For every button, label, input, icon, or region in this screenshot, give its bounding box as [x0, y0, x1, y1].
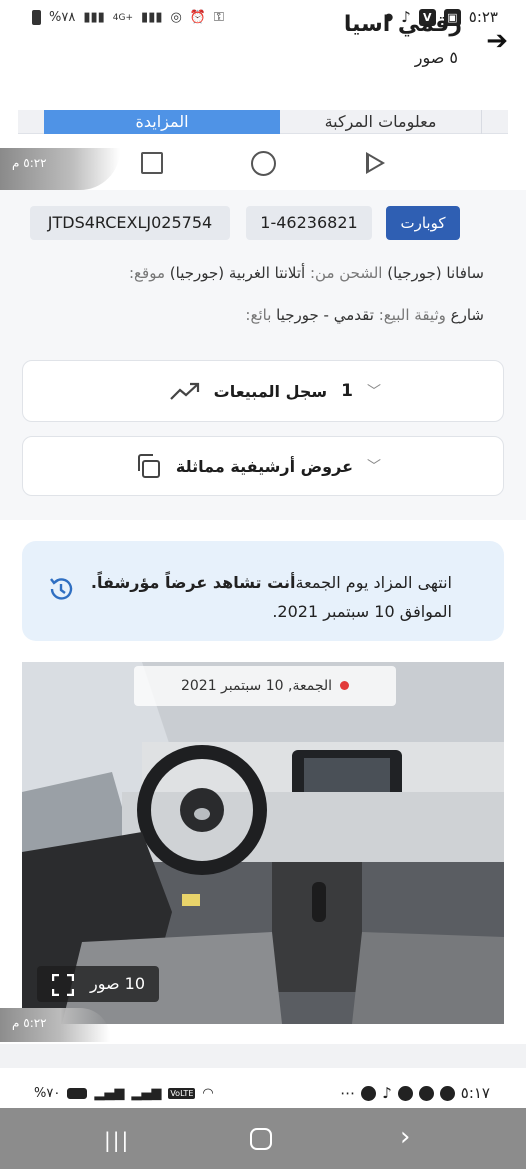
live-dot-icon [340, 681, 350, 690]
shipping-label: الشحن من: [309, 264, 383, 282]
archived-notice-text: انتهى المزاد يوم الجمعةأنت تشاهد عرضاً م… [72, 568, 452, 626]
copart-badge: كوبارت [386, 206, 460, 240]
tiktok-icon-2: ♪ [382, 1084, 392, 1102]
sales-count: 1 [341, 381, 353, 401]
facebook-icon-2 [397, 1085, 413, 1101]
signal-icon-4: ▂▄▆ [131, 1086, 162, 1101]
notice-text-start: انتهى المزاد يوم الجمعة [295, 573, 452, 592]
archive-offers-label: عروض أرشيفية مماثلة [175, 456, 353, 476]
facebook-icon [361, 1085, 377, 1101]
page-subtitle: ٥ صور [414, 48, 458, 67]
facebook-icon-3 [418, 1085, 434, 1101]
fullscreen-icon[interactable] [52, 974, 74, 996]
location-line: سافانا (جورجيا) الشحن من: أتلانتا الغربي… [129, 264, 484, 282]
hotspot-icon: ◎ [170, 10, 182, 25]
lot-number-chip: 1-46236821 [246, 206, 372, 240]
seller-value: شارع [450, 306, 484, 324]
page-title: رقمي اسيا [343, 12, 462, 37]
notice-text-bold: أنت تشاهد عرضاً مؤرشفاً. [90, 573, 296, 592]
clock-time: ٥:٢٣ [468, 8, 498, 26]
status-bar-indicators: %٧٨ ▮▮▮ 4G+ ▮▮▮ ◎ ⏰ ⚿ [32, 10, 224, 25]
vin-chip: JTDS4RCEXLJ025754 [30, 206, 230, 240]
nav-home-icon[interactable] [250, 1128, 272, 1150]
play-button[interactable] [366, 152, 385, 174]
photo-date: الجمعة, 10 سبتمبر 2021 [180, 678, 333, 694]
key-icon: ⚿ [214, 10, 224, 25]
screenshot-time-bottom: ٥:٢٢ م [0, 1008, 110, 1042]
chat-icon [439, 1085, 455, 1101]
photos-count: 10 صور [89, 974, 145, 993]
nav-recent-apps-icon[interactable]: ||| [104, 1128, 130, 1152]
battery-level: %٧٨ [49, 10, 76, 25]
battery-icon [32, 10, 41, 25]
status-bar-2-indicators: %٧٠ ▂▄▆ ▂▄▆ VoLTE ◠ [34, 1086, 214, 1101]
wifi-icon: ◠ [202, 1086, 214, 1101]
battery-level-2: %٧٠ [34, 1086, 61, 1101]
location-value: سافانا (جورجيا) [387, 264, 484, 282]
chevron-down-icon: ﹀ [367, 459, 381, 475]
signal-icon-3: ▂▄▆ [94, 1086, 125, 1101]
photo-date-label: الجمعة, 10 سبتمبر 2021 [134, 666, 396, 706]
alarm-icon: ⏰ [189, 10, 207, 25]
tab-auction[interactable]: المزايدة [44, 110, 280, 134]
battery-icon-2 [67, 1088, 88, 1099]
clock-time-2: ٥:١٧ [460, 1084, 490, 1102]
page-bottom-band [0, 1044, 526, 1068]
sales-history-label: سجل المبيعات [213, 381, 328, 401]
status-bar-2-notifications: ⋯ ♪ ٥:١٧ [340, 1084, 490, 1102]
archive-offers-card[interactable]: ﹀ عروض أرشيفية مماثلة [22, 436, 504, 496]
sale-doc-label: وثيقة البيع: [378, 306, 446, 324]
location-label: موقع: [128, 264, 165, 282]
notice-text-end: الموافق 10 سبتمبر 2021. [272, 602, 452, 621]
back-arrow-icon[interactable]: ➔ [486, 26, 508, 56]
signal-icon-2: ▮▮▮ [141, 10, 163, 25]
seller-label: بائع: [245, 306, 272, 324]
more-notifications-icon: ⋯ [340, 1084, 356, 1102]
recent-apps-button[interactable] [141, 152, 163, 174]
nav-back-icon[interactable]: › [400, 1122, 410, 1152]
sales-history-card[interactable]: ﹀ 1 سجل المبيعات [22, 360, 504, 422]
volte-badge: VoLTE [168, 1088, 196, 1099]
shipping-value: أتلانتا الغربية (جورجيا) [169, 264, 306, 282]
home-button[interactable] [251, 151, 276, 176]
history-icon [50, 578, 73, 600]
signal-icon: ▮▮▮ [83, 10, 105, 25]
trending-up-icon [169, 382, 199, 400]
copy-icon [137, 454, 160, 478]
tab-vehicle-info[interactable]: معلومات المركبة [280, 110, 482, 134]
tab-bar: المزايدة معلومات المركبة [18, 110, 508, 134]
sale-doc-value: تقدمي - جورجيا [276, 306, 374, 324]
seller-line: شارع وثيقة البيع: تقدمي - جورجيا بائع: [245, 306, 484, 324]
network-type: 4G+ [112, 12, 134, 23]
chevron-down-icon: ﹀ [367, 384, 381, 400]
